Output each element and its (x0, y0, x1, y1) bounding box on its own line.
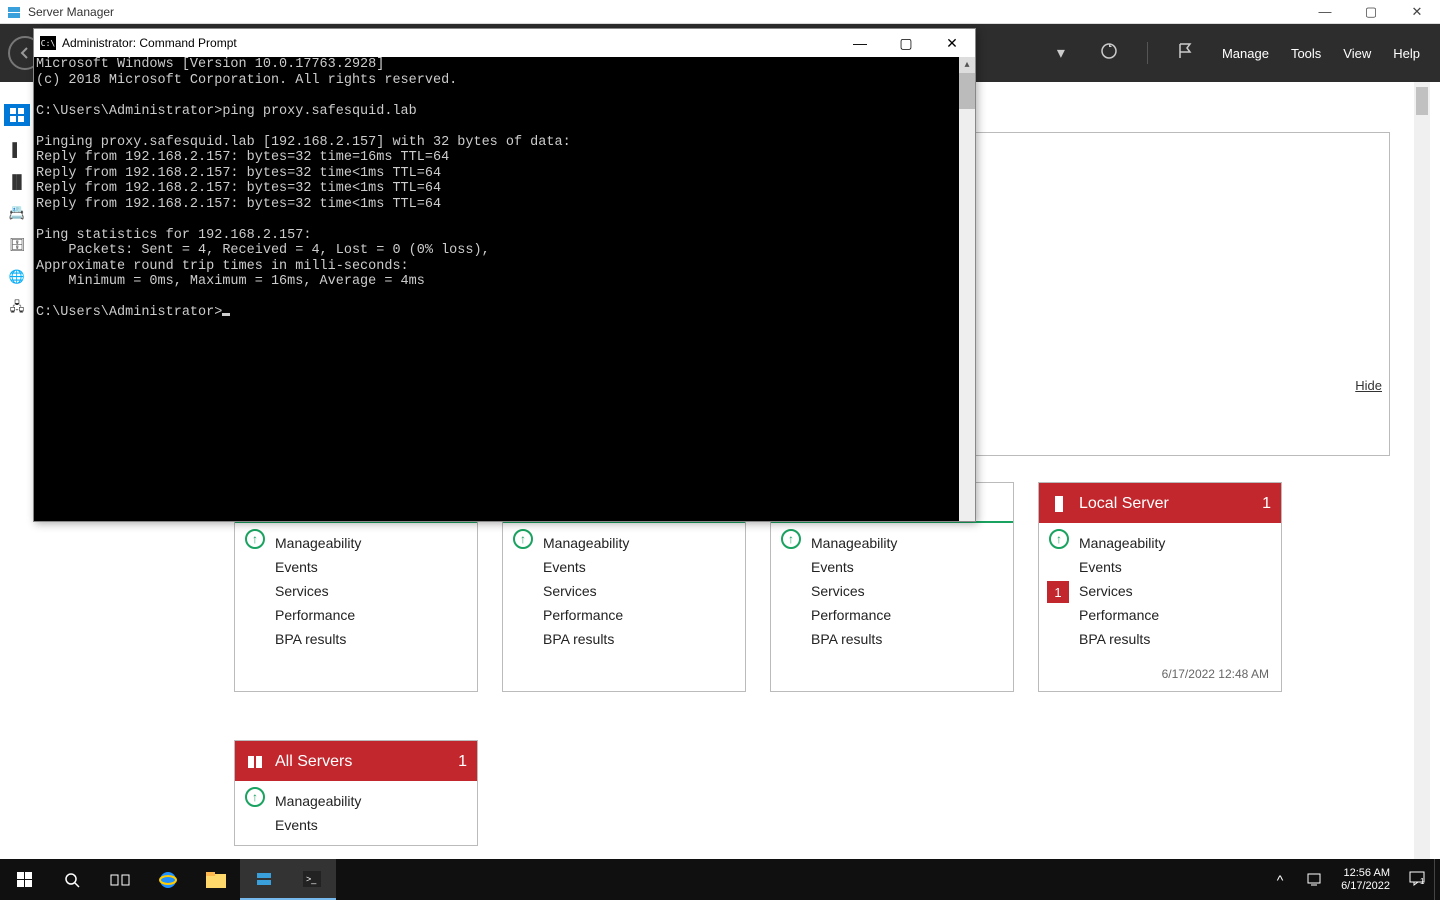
servers-icon (245, 752, 265, 772)
tile-title: All Servers (275, 753, 352, 771)
taskbar-time: 12:56 AM (1341, 867, 1390, 880)
all-servers-icon[interactable]: ▐▌ (8, 172, 26, 190)
taskview-button[interactable] (96, 859, 144, 900)
local-server-icon[interactable]: ▌ (8, 140, 26, 158)
tile-row[interactable]: Services (543, 579, 733, 603)
up-arrow-icon: ↑ (245, 529, 265, 549)
tile-row[interactable]: Events (1079, 555, 1269, 579)
tile-row[interactable]: Events (275, 813, 465, 837)
server-manager-icon (6, 4, 22, 20)
tile-row[interactable]: Services (811, 579, 1001, 603)
tile-row[interactable]: Services (1079, 579, 1269, 603)
tile-row[interactable]: BPA results (275, 627, 465, 651)
role-iis-icon[interactable]: 🌐 (8, 268, 26, 286)
dashboard-icon[interactable] (4, 104, 30, 126)
hide-link[interactable]: Hide (1355, 378, 1382, 393)
start-button[interactable] (0, 859, 48, 900)
tile-row[interactable]: Performance (1079, 603, 1269, 627)
tile-count: 1 (1262, 495, 1271, 513)
cmd-maximize-button[interactable]: ▢ (883, 29, 929, 57)
tray-chevron-icon[interactable]: ^ (1263, 872, 1297, 888)
network-icon[interactable] (1297, 870, 1331, 889)
role-addns-icon[interactable]: 📇 (8, 204, 26, 222)
tile-row[interactable]: Manageability (1079, 531, 1269, 555)
tile-row[interactable]: Services (275, 579, 465, 603)
up-arrow-icon: ↑ (781, 529, 801, 549)
tile-row[interactable]: BPA results (543, 627, 733, 651)
search-button[interactable] (48, 859, 96, 900)
svg-text:1: 1 (1420, 877, 1425, 886)
dropdown-icon[interactable]: ▾ (1051, 43, 1071, 63)
tile-row[interactable]: Manageability (811, 531, 1001, 555)
close-button[interactable]: ✕ (1394, 0, 1440, 24)
tile-title: Local Server (1079, 495, 1169, 513)
ie-taskbar-icon[interactable] (144, 859, 192, 900)
explorer-taskbar-icon[interactable] (192, 859, 240, 900)
role-remote-icon[interactable]: 🖧 (8, 300, 26, 318)
tiles-row-2: All Servers 1 ↑ Manageability Events (234, 740, 478, 846)
tile-row[interactable]: Events (543, 555, 733, 579)
tile-timestamp: 6/17/2022 12:48 AM (1162, 667, 1269, 681)
up-arrow-icon: ↑ (513, 529, 533, 549)
tile-row[interactable]: Performance (275, 603, 465, 627)
tile-row[interactable]: Events (275, 555, 465, 579)
separator (1147, 42, 1148, 64)
cmd-output[interactable]: Microsoft Windows [Version 10.0.17763.29… (34, 57, 959, 521)
tile-row[interactable]: BPA results (811, 627, 1001, 651)
flag-icon[interactable] (1170, 42, 1200, 65)
server-icon (1049, 494, 1069, 514)
cmd-title-text: Administrator: Command Prompt (62, 36, 237, 50)
tile-3[interactable]: Local Server 1 ↑ ManageabilityEventsService… (1038, 482, 1282, 692)
cmd-titlebar[interactable]: C:\ Administrator: Command Prompt — ▢ ✕ (34, 29, 975, 57)
role-file-icon[interactable]: 🗄 (8, 236, 26, 254)
sidebar-strip: ▌ ▐▌ 📇 🗄 🌐 🖧 (0, 82, 34, 318)
tile-row[interactable]: Manageability (543, 531, 733, 555)
tile-row[interactable]: Manageability (275, 531, 465, 555)
cmd-scrollbar[interactable]: ▴ (959, 57, 975, 521)
minimize-button[interactable]: — (1302, 0, 1348, 24)
tile-row[interactable]: Events (811, 555, 1001, 579)
cmd-taskbar-icon[interactable]: >_ (288, 859, 336, 900)
server-manager-taskbar-icon[interactable] (240, 859, 288, 900)
content-scrollbar[interactable] (1414, 82, 1430, 859)
tools-menu[interactable]: Tools (1291, 46, 1321, 61)
tile-row[interactable]: Performance (811, 603, 1001, 627)
tile-all-servers[interactable]: All Servers 1 ↑ Manageability Events (234, 740, 478, 846)
maximize-button[interactable]: ▢ (1348, 0, 1394, 24)
svg-text:>_: >_ (306, 874, 317, 884)
tile-row[interactable]: Performance (543, 603, 733, 627)
tile-row[interactable]: BPA results (1079, 627, 1269, 651)
up-arrow-icon: ↑ (1049, 529, 1069, 549)
taskbar-clock[interactable]: 12:56 AM 6/17/2022 (1331, 867, 1400, 893)
tile-row[interactable]: Manageability (275, 789, 465, 813)
cmd-icon: C:\ (40, 36, 56, 50)
help-menu[interactable]: Help (1393, 46, 1420, 61)
action-center-icon[interactable]: 1 (1400, 869, 1434, 890)
up-arrow-icon: ↑ (245, 787, 265, 807)
command-prompt-window: C:\ Administrator: Command Prompt — ▢ ✕ … (33, 28, 976, 522)
cmd-close-button[interactable]: ✕ (929, 29, 975, 57)
view-menu[interactable]: View (1343, 46, 1371, 61)
taskbar: >_ ^ 12:56 AM 6/17/2022 1 (0, 859, 1440, 900)
manage-menu[interactable]: Manage (1222, 46, 1269, 61)
window-titlebar: Server Manager — ▢ ✕ (0, 0, 1440, 24)
tile-count: 1 (458, 753, 467, 771)
taskbar-date: 6/17/2022 (1341, 880, 1390, 893)
show-desktop-button[interactable] (1434, 859, 1440, 900)
refresh-icon[interactable] (1093, 41, 1125, 66)
cmd-minimize-button[interactable]: — (837, 29, 883, 57)
window-title: Server Manager (28, 5, 114, 19)
